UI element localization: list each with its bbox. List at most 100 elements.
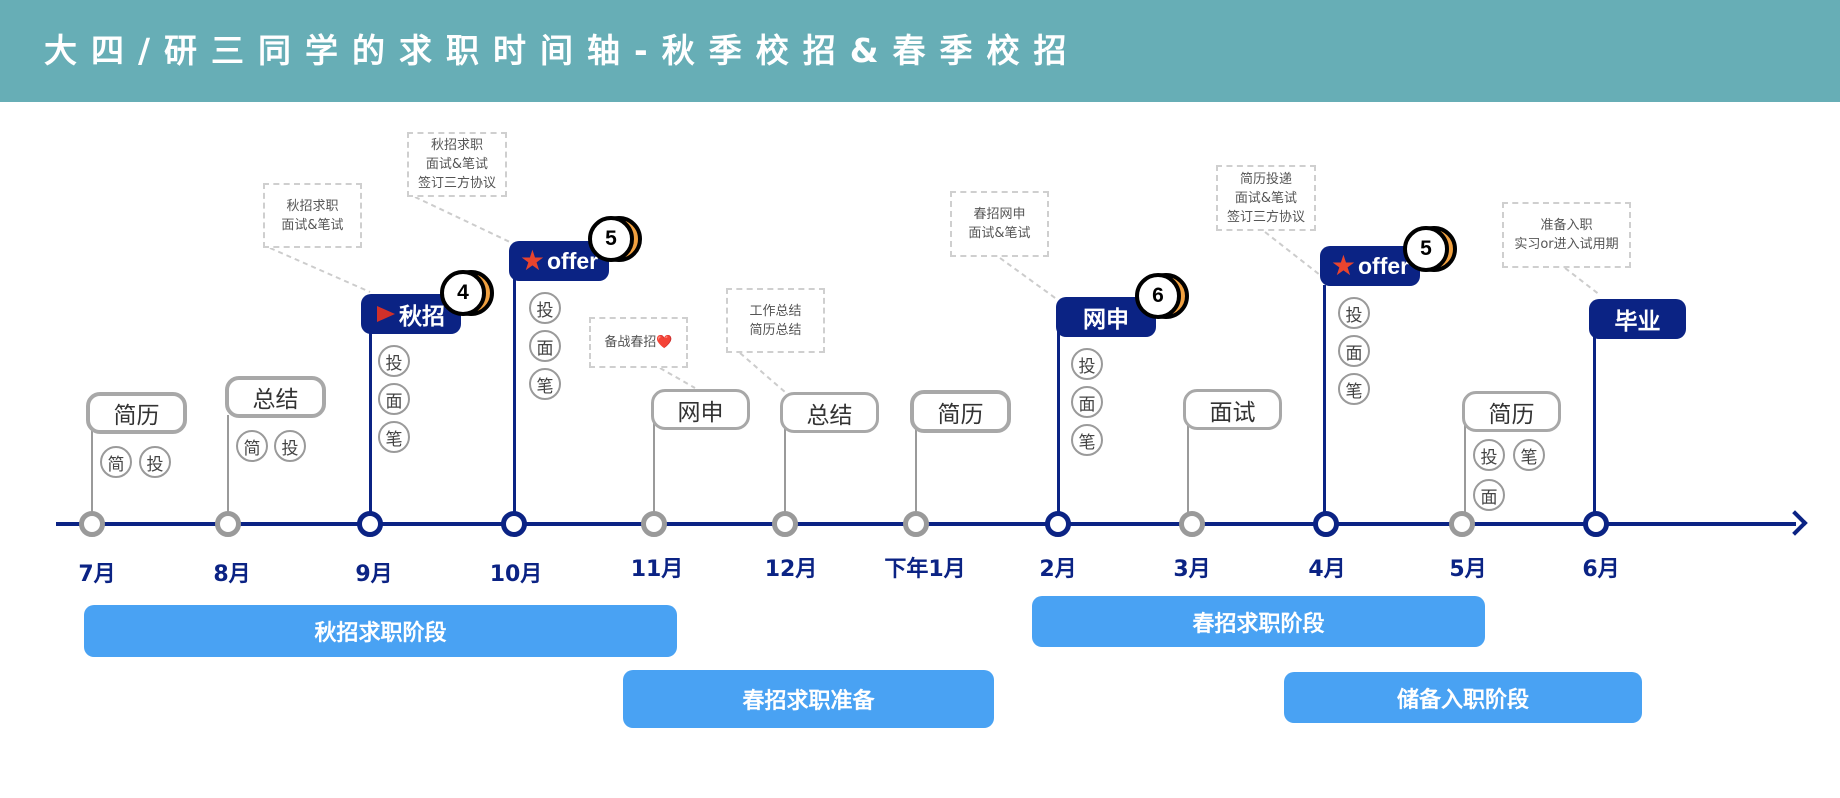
note-oct: 秋招求职 面试&笔试 签订三方协议 — [407, 132, 507, 197]
note-line: 面试&笔试 — [1234, 190, 1298, 206]
chip: 面 — [1071, 386, 1103, 418]
month-label: 12月 — [764, 557, 818, 582]
note-line: 春招网申 — [973, 207, 1026, 222]
node-mar[interactable] — [1179, 511, 1205, 537]
stem-sep — [369, 325, 372, 524]
node-may[interactable] — [1449, 511, 1475, 537]
chip: 简 — [100, 446, 132, 478]
node-jul[interactable] — [79, 511, 105, 537]
node-dec[interactable] — [772, 511, 798, 537]
node-jan[interactable] — [903, 511, 929, 537]
stem-mar — [1187, 420, 1189, 524]
event-label: 网申 — [1083, 307, 1129, 333]
stem-jan — [915, 422, 917, 524]
chip: 笔 — [1071, 424, 1103, 456]
badge-number: 5 — [1403, 226, 1449, 272]
star-icon: ★ — [1330, 249, 1356, 282]
note-line: 备战春招❤️ — [604, 335, 673, 350]
event-mar[interactable]: 面试 — [1183, 389, 1282, 430]
note-dec: 工作总结 简历总结 — [726, 288, 825, 353]
flag-icon — [377, 306, 395, 322]
month-label: 5月 — [1449, 557, 1487, 582]
badge-number: 5 — [588, 216, 634, 262]
note-sep: 秋招求职 面试&笔试 — [263, 183, 362, 248]
chip: 投 — [139, 446, 171, 478]
event-aug[interactable]: 总结 — [225, 376, 326, 418]
node-feb[interactable] — [1045, 511, 1071, 537]
badge-number: 6 — [1135, 273, 1181, 319]
connector-oct — [414, 196, 513, 244]
stem-dec — [784, 422, 786, 524]
node-sep[interactable] — [357, 511, 383, 537]
event-jul[interactable]: 简历 — [86, 392, 187, 434]
chip: 笔 — [1338, 373, 1370, 405]
note-line: 简历总结 — [749, 322, 802, 338]
stem-apr — [1323, 285, 1326, 524]
node-jun[interactable] — [1583, 511, 1609, 537]
month-label: 11月 — [630, 557, 684, 582]
node-oct[interactable] — [501, 511, 527, 537]
count-badge-oct: 5 — [588, 216, 642, 262]
phase-onboard: 储备入职阶段 — [1284, 672, 1642, 723]
arrow-right-icon — [1782, 510, 1808, 536]
chip: 笔 — [529, 368, 561, 400]
badge-number: 4 — [440, 270, 486, 316]
stem-jul — [91, 430, 93, 524]
month-label: 2月 — [1039, 557, 1077, 582]
month-label: 8月 — [213, 562, 251, 587]
count-badge-feb: 6 — [1135, 273, 1189, 319]
stem-may — [1464, 420, 1466, 524]
event-nov[interactable]: 网申 — [651, 389, 750, 430]
chip: 笔 — [1513, 439, 1545, 471]
chip: 投 — [274, 430, 306, 462]
connector-apr — [1264, 231, 1321, 276]
month-label: 7月 — [78, 562, 116, 587]
event-label: 秋招 — [399, 304, 445, 330]
month-label: 9月 — [355, 562, 393, 587]
month-label: 下年1月 — [884, 557, 966, 582]
note-nov: 备战春招❤️ — [589, 317, 688, 368]
month-label: 6月 — [1582, 557, 1620, 582]
note-line: 签订三方协议 — [417, 176, 496, 191]
node-nov[interactable] — [641, 511, 667, 537]
event-dec[interactable]: 总结 — [780, 392, 879, 433]
event-jan[interactable]: 简历 — [910, 390, 1011, 433]
event-may[interactable]: 简历 — [1462, 391, 1561, 432]
header-banner: 大四/研三同学的求职时间轴-秋季校招&春季校招 — [0, 0, 1840, 102]
note-line: 秋招求职 — [430, 138, 483, 153]
connector-nov — [659, 367, 696, 389]
month-label: 4月 — [1308, 557, 1346, 582]
page-title: 大四/研三同学的求职时间轴-秋季校招&春季校招 — [44, 31, 1081, 70]
note-line: 秋招求职 — [286, 198, 339, 214]
chip: 简 — [236, 430, 268, 462]
count-badge-apr: 5 — [1403, 226, 1457, 272]
chip: 笔 — [378, 421, 410, 453]
chip: 投 — [1338, 297, 1370, 329]
stem-feb — [1057, 330, 1060, 524]
month-label: 10月 — [489, 562, 543, 587]
node-apr[interactable] — [1313, 511, 1339, 537]
event-label: 毕业 — [1614, 309, 1661, 335]
chip: 面 — [1473, 479, 1505, 511]
connector-dec — [739, 352, 786, 393]
note-line: 实习or进入试用期 — [1514, 237, 1619, 252]
note-line: 面试&笔试 — [281, 217, 344, 233]
chip: 投 — [378, 345, 410, 377]
connector-feb — [999, 257, 1059, 301]
star-icon: ★ — [519, 244, 545, 277]
event-jun[interactable]: 毕业 — [1589, 299, 1686, 339]
stem-oct — [513, 275, 516, 524]
month-label: 3月 — [1173, 557, 1211, 582]
chip: 面 — [378, 383, 410, 415]
note-line: 面试&笔试 — [425, 157, 489, 172]
chip: 投 — [529, 292, 561, 324]
chip: 面 — [529, 330, 561, 362]
chip: 面 — [1338, 335, 1370, 367]
connector-jun — [1564, 267, 1601, 296]
stem-nov — [653, 420, 655, 524]
phase-spring: 春招求职阶段 — [1032, 596, 1485, 647]
node-aug[interactable] — [215, 511, 241, 537]
note-feb: 春招网申 面试&笔试 — [950, 191, 1049, 257]
chip: 投 — [1071, 348, 1103, 380]
event-label: offer — [1357, 252, 1410, 279]
